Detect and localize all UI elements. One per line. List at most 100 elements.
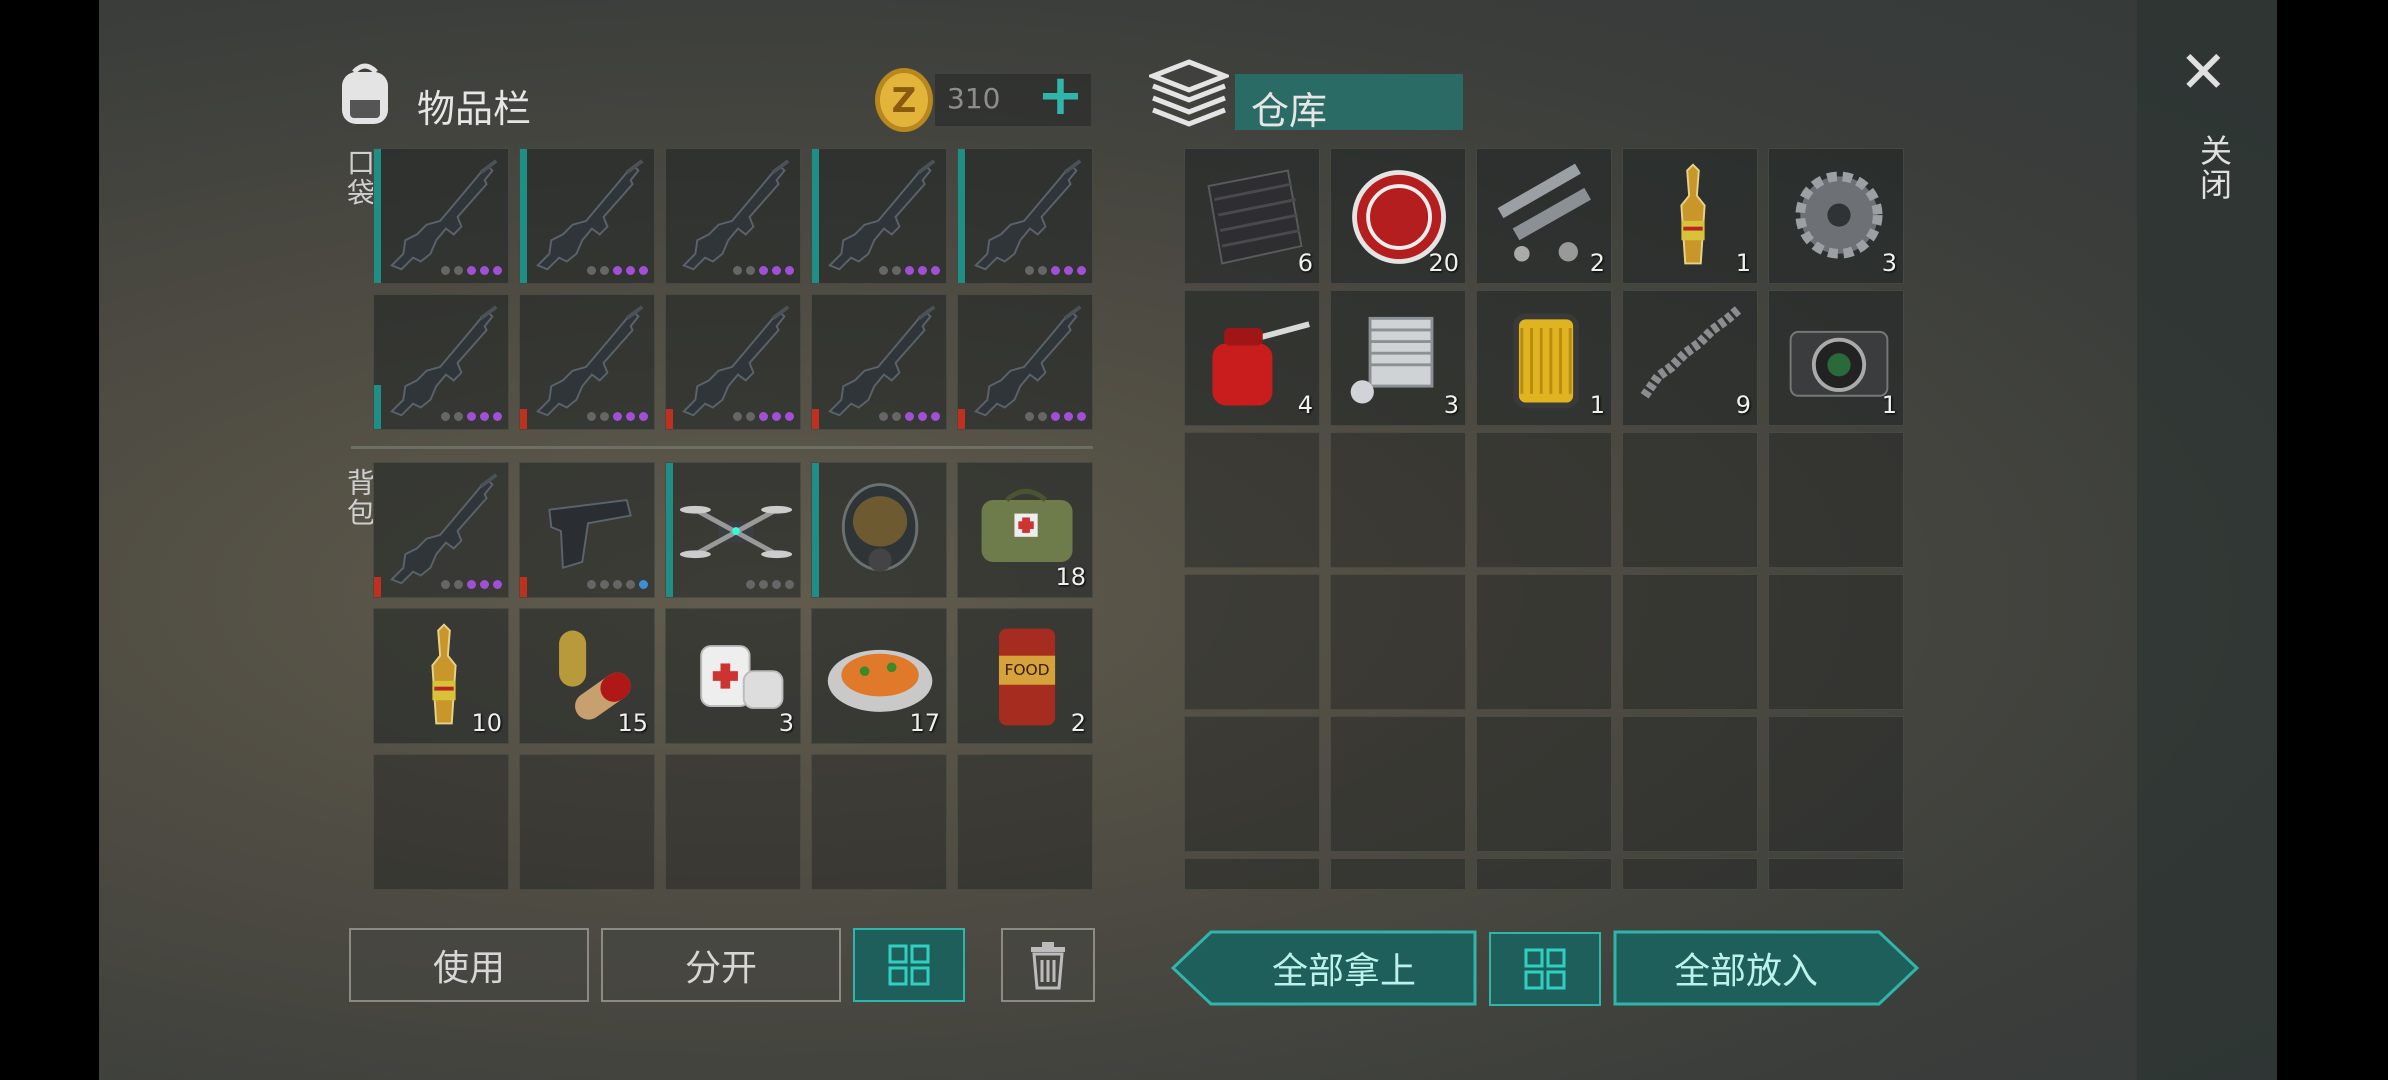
trash-button[interactable] <box>1001 928 1095 1002</box>
storage-slot[interactable]: 2 <box>1476 148 1612 284</box>
quality-dot <box>600 266 609 275</box>
quality-dot <box>905 266 914 275</box>
pocket-slot[interactable] <box>519 294 655 430</box>
storage-slot-empty[interactable] <box>1330 432 1466 568</box>
backpack-icon <box>334 58 396 128</box>
backpack-slot-empty[interactable] <box>519 754 655 890</box>
close-label[interactable]: 关闭 <box>2191 134 2237 202</box>
durability-bar <box>374 577 381 597</box>
pocket-slot[interactable] <box>373 294 509 430</box>
sort-button-right[interactable] <box>1489 932 1601 1006</box>
backpack-slot[interactable] <box>811 462 947 598</box>
use-button[interactable]: 使用 <box>349 928 589 1002</box>
quality-dot <box>746 412 755 421</box>
quality-dots <box>587 266 648 275</box>
quality-dot <box>759 580 768 589</box>
backpack-slot[interactable]: 17 <box>811 608 947 744</box>
pocket-slot[interactable] <box>519 148 655 284</box>
storage-slot-empty[interactable] <box>1330 574 1466 710</box>
storage-slot-empty[interactable] <box>1768 574 1904 710</box>
pocket-slot[interactable] <box>811 294 947 430</box>
close-icon[interactable]: ✕ <box>2179 42 2228 102</box>
quality-dot <box>441 412 450 421</box>
backpack-slot-empty[interactable] <box>957 754 1093 890</box>
storage-slot-empty[interactable] <box>1768 858 1904 890</box>
quality-dot <box>493 580 502 589</box>
storage-slot-empty[interactable] <box>1622 432 1758 568</box>
quality-dot <box>1038 266 1047 275</box>
storage-slot[interactable]: 3 <box>1768 148 1904 284</box>
pocket-slot[interactable] <box>665 148 801 284</box>
storage-slot-empty[interactable] <box>1184 858 1320 890</box>
storage-slot[interactable]: 1 <box>1476 290 1612 426</box>
quality-dots <box>587 580 648 589</box>
item-quantity: 18 <box>1055 563 1086 591</box>
pocket-slot[interactable] <box>957 148 1093 284</box>
backpack-slot-empty[interactable] <box>373 754 509 890</box>
rifle-icon <box>390 159 498 271</box>
quality-dots <box>441 266 502 275</box>
durability-bar <box>958 149 965 283</box>
storage-title: 仓库 <box>1251 89 1328 133</box>
put-all-button[interactable]: 全部放入 <box>1613 930 1919 1006</box>
backpack-slot[interactable]: 3 <box>665 608 801 744</box>
inventory-title: 物品栏 <box>417 87 532 131</box>
storage-slot[interactable]: 9 <box>1622 290 1758 426</box>
pocket-slot[interactable] <box>811 148 947 284</box>
take-all-button[interactable]: 全部拿上 <box>1171 930 1477 1006</box>
item-quantity: 3 <box>1881 249 1897 277</box>
storage-slot[interactable]: 6 <box>1184 148 1320 284</box>
pocket-slot[interactable] <box>665 294 801 430</box>
backpack-slot[interactable] <box>519 462 655 598</box>
quality-dot <box>918 266 927 275</box>
backpack-slot[interactable]: 18 <box>957 462 1093 598</box>
gas-mask-icon <box>841 483 919 572</box>
storage-slot-empty[interactable] <box>1476 574 1612 710</box>
storage-slot-empty[interactable] <box>1476 432 1612 568</box>
storage-slot-empty[interactable] <box>1476 858 1612 890</box>
quality-dots <box>733 266 794 275</box>
item-quantity: 15 <box>617 709 648 737</box>
storage-slot-empty[interactable] <box>1622 716 1758 852</box>
backpack-slot[interactable]: 10 <box>373 608 509 744</box>
durability-bar <box>520 149 527 283</box>
quality-dot <box>587 266 596 275</box>
section-divider <box>351 446 1093 449</box>
storage-slot[interactable]: 1 <box>1622 148 1758 284</box>
quality-dots <box>879 266 940 275</box>
quality-dot <box>1077 412 1086 421</box>
backpack-slot[interactable]: 15 <box>519 608 655 744</box>
quality-dot <box>759 266 768 275</box>
storage-slot-empty[interactable] <box>1622 858 1758 890</box>
storage-slot[interactable]: 20 <box>1330 148 1466 284</box>
item-quantity: 17 <box>909 709 940 737</box>
backpack-slot-empty[interactable] <box>811 754 947 890</box>
quality-dots <box>879 412 940 421</box>
backpack-slot[interactable] <box>373 462 509 598</box>
storage-slot-empty[interactable] <box>1768 432 1904 568</box>
quality-dot <box>626 266 635 275</box>
pocket-slot[interactable] <box>957 294 1093 430</box>
drone-icon <box>679 505 793 559</box>
storage-slot-empty[interactable] <box>1622 574 1758 710</box>
storage-slot[interactable]: 3 <box>1330 290 1466 426</box>
backpack-slot-empty[interactable] <box>665 754 801 890</box>
storage-slot-empty[interactable] <box>1184 716 1320 852</box>
backpack-slot[interactable] <box>665 462 801 598</box>
split-button[interactable]: 分开 <box>601 928 841 1002</box>
storage-slot-empty[interactable] <box>1476 716 1612 852</box>
storage-slot-empty[interactable] <box>1330 716 1466 852</box>
quality-dot <box>493 412 502 421</box>
backpack-slot[interactable]: FOOD 2 <box>957 608 1093 744</box>
durability-bar <box>958 409 965 429</box>
sort-button-left[interactable] <box>853 928 965 1002</box>
storage-slot[interactable]: 4 <box>1184 290 1320 426</box>
storage-slot[interactable]: 1 <box>1768 290 1904 426</box>
storage-slot-empty[interactable] <box>1184 432 1320 568</box>
storage-slot-empty[interactable] <box>1768 716 1904 852</box>
pocket-slot[interactable] <box>373 148 509 284</box>
add-coins-button[interactable]: + <box>1037 64 1084 128</box>
storage-slot-empty[interactable] <box>1184 574 1320 710</box>
storage-slot-empty[interactable] <box>1330 858 1466 890</box>
quality-dot <box>613 580 622 589</box>
